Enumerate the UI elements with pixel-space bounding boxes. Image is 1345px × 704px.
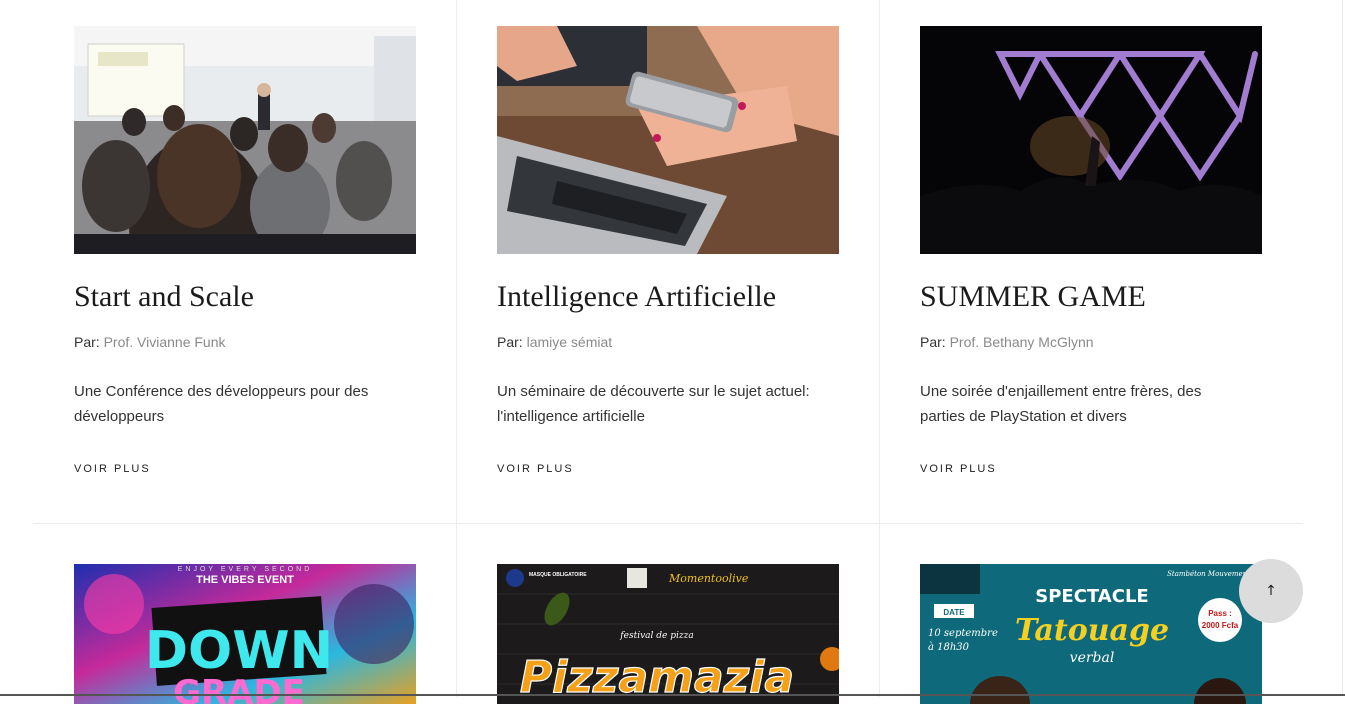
events-row: ENJOY EVERY SECOND THE VIBES EVENT DOWN …	[34, 524, 1302, 704]
poster-kicker: festival de pizza	[619, 631, 693, 641]
author-name[interactable]: Prof. Vivianne Funk	[104, 334, 226, 350]
event-author: Par: lamiye sémiat	[497, 334, 612, 350]
poster-pass-price: 2000 Fcfa	[1202, 621, 1239, 630]
event-author: Par: Prof. Vivianne Funk	[74, 334, 226, 350]
poster-badge: MASQUE OBLIGATOIRE	[529, 572, 587, 578]
event-card: SUMMER GAME Par: Prof. Bethany McGlynn U…	[879, 0, 1302, 523]
poster-brand: Momentoolive	[668, 572, 749, 585]
author-name[interactable]: lamiye sémiat	[527, 334, 613, 350]
poster-date: 10 septembre	[928, 628, 998, 639]
event-poster-pizzamazia[interactable]: MASQUE OBLIGATOIRE Momentoolive festival…	[497, 564, 839, 704]
event-title[interactable]: Start and Scale	[74, 280, 254, 314]
poster-headline-3: verbal	[1070, 650, 1115, 666]
poster-corner-text: Stambéton Mouvement	[1167, 570, 1250, 578]
event-poster-tatouage[interactable]: Stambéton Mouvement DATE 10 septembre à …	[920, 564, 1262, 704]
event-image-conference[interactable]	[74, 26, 416, 254]
see-more-link[interactable]: VOIR PLUS	[74, 463, 151, 475]
author-prefix: Par:	[497, 334, 523, 350]
event-image-concert[interactable]	[920, 26, 1262, 254]
arrow-up-icon: ↑	[1265, 583, 1277, 599]
poster-date-label: DATE	[943, 608, 965, 617]
event-card: Stambéton Mouvement DATE 10 septembre à …	[879, 524, 1302, 704]
event-card: Start and Scale Par: Prof. Vivianne Funk…	[34, 0, 456, 523]
poster-time: à 18h30	[928, 642, 970, 653]
poster-headline: DOWN	[145, 621, 333, 681]
scroll-to-top-button[interactable]: ↑	[1239, 559, 1303, 623]
event-author: Par: Prof. Bethany McGlynn	[920, 334, 1094, 350]
event-card: MASQUE OBLIGATOIRE Momentoolive festival…	[456, 524, 879, 704]
author-name[interactable]: Prof. Bethany McGlynn	[950, 334, 1094, 350]
event-title[interactable]: SUMMER GAME	[920, 280, 1146, 314]
event-poster-downgrade[interactable]: ENJOY EVERY SECOND THE VIBES EVENT DOWN …	[74, 564, 416, 704]
event-card: ENJOY EVERY SECOND THE VIBES EVENT DOWN …	[34, 524, 456, 704]
see-more-link[interactable]: VOIR PLUS	[497, 463, 574, 475]
event-title[interactable]: Intelligence Artificielle	[497, 280, 776, 314]
event-image-laptop-phone[interactable]	[497, 26, 839, 254]
page-edge-rule	[1342, 0, 1343, 696]
event-description: Un séminaire de découverte sur le sujet …	[497, 383, 810, 425]
author-prefix: Par:	[920, 334, 946, 350]
poster-top-text: ENJOY EVERY SECOND	[178, 566, 313, 573]
events-row: Start and Scale Par: Prof. Vivianne Funk…	[34, 0, 1302, 524]
poster-pass-label: Pass :	[1208, 609, 1232, 618]
event-card: Intelligence Artificielle Par: lamiye sé…	[456, 0, 879, 523]
poster-headline: SPECTACLE	[1035, 586, 1148, 607]
poster-headline-2: Tatouage	[1015, 613, 1169, 648]
event-description: Une Conférence des développeurs pour des…	[74, 383, 369, 425]
author-prefix: Par:	[74, 334, 100, 350]
poster-headline-2: GRADE	[173, 673, 305, 704]
poster-subtitle: THE VIBES EVENT	[196, 574, 294, 586]
see-more-link[interactable]: VOIR PLUS	[920, 463, 997, 475]
events-grid: Start and Scale Par: Prof. Vivianne Funk…	[34, 0, 1302, 704]
event-description: Une soirée d'enjaillement entre frères, …	[920, 383, 1202, 425]
